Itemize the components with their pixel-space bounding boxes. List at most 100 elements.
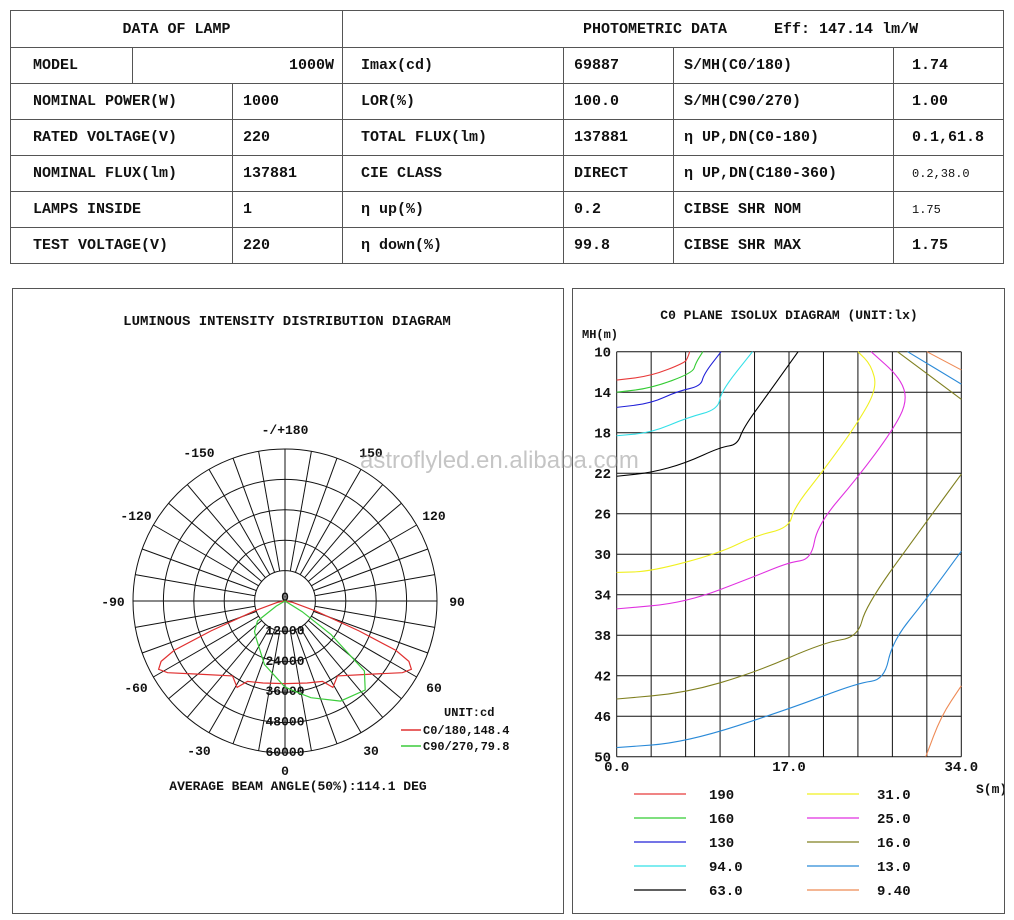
- photo-label-2: S/MH(C90/270): [673, 83, 894, 120]
- table-row: TEST VOLTAGE(V) 220 η down(%) 99.8 CIBSE…: [10, 227, 1005, 264]
- photometric-title: PHOTOMETRIC DATA: [583, 20, 728, 38]
- legend-label: 63.0: [709, 884, 743, 900]
- radial-tick-label: 24000: [265, 654, 304, 669]
- table-row: RATED VOLTAGE(V) 220 TOTAL FLUX(lm) 1378…: [10, 119, 1005, 156]
- photo-label-2: η UP,DN(C0-180): [673, 119, 894, 156]
- y-tick-label: 18: [594, 427, 611, 443]
- photo-label-2: CIBSE SHR NOM: [673, 191, 894, 228]
- legend-label: C0/180,148.4: [423, 724, 509, 738]
- angle-label: -60: [124, 681, 148, 696]
- lamp-label: RATED VOLTAGE(V): [10, 119, 233, 156]
- photo-label: η down(%): [342, 227, 564, 264]
- isolux-curve-190: [616, 351, 691, 381]
- lamp-value: 220: [232, 227, 343, 264]
- photometric-header: PHOTOMETRIC DATA Eff: 147.14 lm/W: [341, 10, 1005, 48]
- photo-value-2: 0.1,61.8: [892, 119, 1005, 156]
- radial-tick-label: 12000: [265, 623, 304, 638]
- polar-spoke: [141, 548, 257, 592]
- photo-value-2: 1.74: [892, 47, 1005, 84]
- lamp-label: TEST VOLTAGE(V): [10, 227, 233, 264]
- x-tick-label: 0.0: [604, 760, 629, 776]
- y-tick-label: 42: [594, 670, 611, 686]
- y-tick-label: 34: [594, 589, 611, 605]
- photo-label: η up(%): [342, 191, 564, 228]
- x-tick-label: 17.0: [772, 760, 806, 776]
- lamp-value: 220: [232, 119, 343, 156]
- legend-label: 9.40: [877, 884, 911, 900]
- lamp-data-header: DATA OF LAMP: [10, 10, 343, 48]
- unit-label: UNIT:cd: [444, 706, 494, 720]
- photo-value: 137881: [563, 119, 674, 156]
- table-row: LAMPS INSIDE 1 η up(%) 0.2 CIBSE SHR NOM…: [10, 191, 1005, 228]
- angle-label: 90: [449, 595, 465, 610]
- radial-tick-label: 60000: [265, 745, 304, 760]
- isolux-curve-130: [616, 351, 722, 408]
- lamp-label: NOMINAL POWER(W): [10, 83, 233, 120]
- angle-label: -120: [120, 509, 151, 524]
- y-tick-label: 14: [594, 386, 611, 402]
- polar-chart: LUMINOUS INTENSITY DISTRIBUTION DIAGRAM -…: [101, 314, 509, 794]
- angle-label: 0: [281, 764, 289, 779]
- polar-spoke: [314, 574, 435, 597]
- photo-label-2: S/MH(C0/180): [673, 47, 894, 84]
- isolux-curve-94-0: [616, 351, 753, 437]
- table-row: MODEL 1000W Imax(cd) 69887 S/MH(C0/180) …: [10, 47, 1005, 84]
- y-axis-label: MH(m): [582, 328, 618, 342]
- radial-tick-label: 48000: [265, 715, 304, 730]
- polar-spoke: [135, 574, 256, 597]
- legend-label: 13.0: [877, 860, 911, 876]
- isolux-curve-9-40: [926, 351, 962, 371]
- y-tick-label: 10: [594, 346, 611, 362]
- polar-spoke: [232, 457, 276, 573]
- isolux-curve-31-0: [616, 351, 876, 573]
- lamp-value: 1000: [232, 83, 343, 120]
- photo-value-2: 0.2,38.0: [892, 155, 1005, 192]
- photo-label: CIE CLASS: [342, 155, 564, 192]
- photo-value: 0.2: [563, 191, 674, 228]
- photo-label: TOTAL FLUX(lm): [342, 119, 564, 156]
- lamp-value: 1: [232, 191, 343, 228]
- angle-label: -150: [183, 446, 214, 461]
- table-row: NOMINAL FLUX(lm) 137881 CIE CLASS DIRECT…: [10, 155, 1005, 192]
- angle-label: 120: [422, 509, 446, 524]
- polar-spoke: [314, 605, 435, 628]
- isolux-curve-9-40: [925, 685, 962, 757]
- photo-label: LOR(%): [342, 83, 564, 120]
- legend-label: 160: [709, 812, 734, 828]
- photo-value: 100.0: [563, 83, 674, 120]
- isolux-curve-25-0: [616, 351, 906, 610]
- polar-spoke: [294, 457, 338, 573]
- angle-label: -90: [101, 595, 125, 610]
- photo-value-2: 1.75: [892, 191, 1005, 228]
- polar-spoke: [135, 605, 256, 628]
- efficiency: Eff: 147.14 lm/W: [774, 20, 919, 38]
- y-tick-label: 46: [594, 710, 611, 726]
- lamp-photometric-table: DATA OF LAMP PHOTOMETRIC DATA Eff: 147.1…: [10, 10, 1005, 264]
- angle-label: -30: [187, 744, 211, 759]
- legend-label: C90/270,79.8: [423, 740, 509, 754]
- x-axis-label: S(m): [976, 782, 1004, 797]
- polar-spoke: [313, 548, 429, 592]
- x-tick-label: 34.0: [944, 760, 978, 776]
- y-tick-label: 30: [594, 548, 611, 564]
- angle-label: 60: [426, 681, 442, 696]
- polar-spoke: [289, 451, 312, 572]
- photo-label: Imax(cd): [342, 47, 564, 84]
- isolux-panel: C0 PLANE ISOLUX DIAGRAM (UNIT:lx) MH(m) 10…: [572, 288, 1005, 914]
- lamp-label: NOMINAL FLUX(lm): [10, 155, 233, 192]
- photo-value-2: 1.75: [892, 227, 1005, 264]
- table-row: NOMINAL POWER(W) 1000 LOR(%) 100.0 S/MH(…: [10, 83, 1005, 120]
- lamp-value: 1000W: [132, 47, 343, 84]
- photo-value-2: 1.00: [892, 83, 1005, 120]
- legend-label: 94.0: [709, 860, 743, 876]
- watermark: astroflyled.en.alibaba.com: [360, 447, 639, 474]
- legend-label: 31.0: [877, 788, 911, 804]
- legend-label: 16.0: [877, 836, 911, 852]
- photo-value: 99.8: [563, 227, 674, 264]
- legend-label: 130: [709, 836, 734, 852]
- lamp-label: LAMPS INSIDE: [10, 191, 233, 228]
- isolux-title: C0 PLANE ISOLUX DIAGRAM (UNIT:lx): [660, 308, 917, 323]
- legend-label: 25.0: [877, 812, 911, 828]
- angle-label: 30: [363, 744, 379, 759]
- y-tick-label: 26: [594, 508, 611, 524]
